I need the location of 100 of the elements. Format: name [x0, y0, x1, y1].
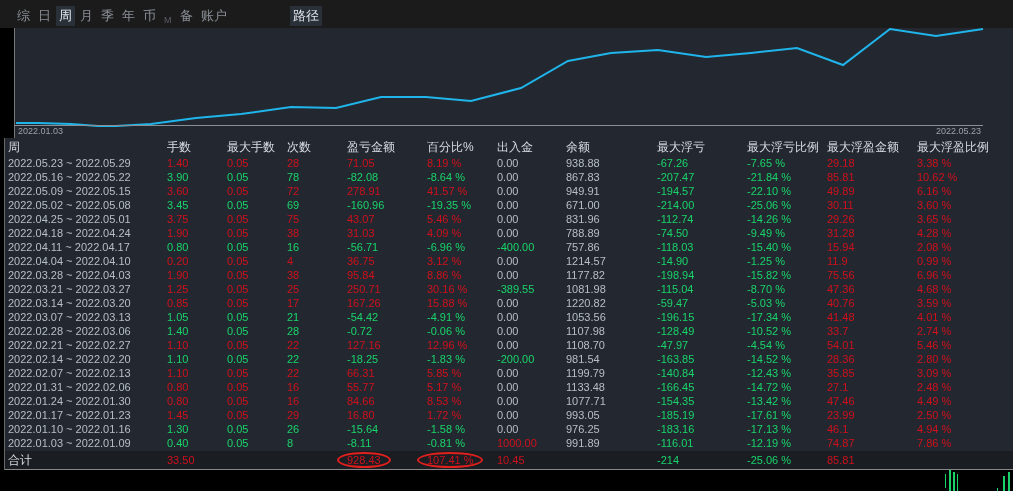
table-cell-text: 29.26 — [827, 212, 856, 227]
table-cell-text: 250.71 — [347, 282, 382, 297]
column-header: 周 — [8, 139, 21, 157]
table-cell-text: -12.19 % — [747, 436, 793, 451]
table-cell-text: 0.00 — [497, 198, 520, 213]
table-cell-text: 0.85 — [167, 296, 190, 311]
table-cell-text: 0.00 — [497, 254, 520, 269]
table-cell-text: -14.52 % — [747, 352, 793, 367]
table-cell-text: -13.42 % — [747, 394, 793, 409]
table-cell-text: 0.00 — [497, 394, 520, 409]
table-cell-text: 2022.03.14 ~ 2022.03.20 — [8, 296, 132, 311]
period-tab[interactable]: 周 — [56, 6, 75, 26]
table-cell-text: -112.74 — [657, 212, 695, 227]
table-cell-text: 4.49 % — [917, 394, 953, 409]
table-cell-text: 11.9 — [827, 254, 849, 269]
table-cell-text: 10.62 % — [917, 170, 959, 185]
table-cell-text: 31.03 — [347, 226, 376, 241]
table-cell-text: -22.10 % — [747, 184, 793, 199]
table-cell-text: 28.36 — [827, 352, 856, 367]
table-cell-text: 831.96 — [566, 212, 601, 227]
table-cell-text: 1.90 — [167, 268, 190, 283]
column-header: 百分比% — [427, 139, 475, 157]
table-cell-text: 2022.01.17 ~ 2022.01.23 — [8, 408, 132, 423]
table-cell-text: 28 — [287, 324, 301, 339]
table-cell-text: 0.05 — [227, 394, 250, 409]
table-cell-text: 4 — [287, 254, 295, 269]
table-cell-text: -194.57 — [657, 184, 696, 199]
table-cell-text: 5.85 % — [427, 366, 463, 381]
table-cell-text: 0.00 — [497, 408, 520, 423]
table-cell-text: 16 — [287, 240, 301, 255]
period-tab[interactable]: 账户 — [197, 6, 230, 26]
candlestick-drawing — [943, 470, 1013, 491]
table-cell-text: 8 — [287, 436, 295, 451]
table-cell-text: 1199.79 — [566, 366, 606, 381]
table-cell-text: 55.77 — [347, 380, 376, 395]
table-cell-text: 1.10 — [167, 352, 190, 367]
table-cell-text: -0.06 % — [427, 324, 466, 339]
period-tab[interactable]: 年 — [119, 6, 138, 26]
column-header: 出入金 — [497, 139, 534, 157]
table-cell-text: 0.00 — [497, 366, 520, 381]
table-cell-text: -17.13 % — [747, 422, 793, 437]
table-cell-text: 1.30 — [167, 422, 190, 437]
table-cell-text: -400.00 — [497, 240, 536, 255]
table-cell-text: 36.75 — [347, 254, 376, 269]
table-cell-text: -116.01 — [657, 436, 695, 451]
table-cell-text: -14.90 — [657, 254, 690, 269]
table-cell-text: 0.00 — [497, 324, 520, 339]
column-header: 最大浮亏 — [657, 139, 706, 157]
table-cell-text: 6.96 % — [917, 268, 953, 283]
table-cell-text: -4.91 % — [427, 310, 466, 325]
table-cell-text: 2022.01.03 ~ 2022.01.09 — [8, 436, 132, 451]
table-cell-text: 671.00 — [566, 198, 601, 213]
table-cell-text: 4.01 % — [917, 310, 953, 325]
period-tab[interactable]: 币 — [140, 6, 159, 26]
table-cell-text: 1214.57 — [566, 254, 607, 269]
table-cell-text: 1107.98 — [566, 324, 606, 339]
table-cell-text: 0.05 — [227, 352, 250, 367]
table-cell-text: 127.16 — [347, 338, 382, 353]
table-cell-text: 22 — [287, 366, 301, 381]
table-cell-text: 0.05 — [227, 254, 250, 269]
column-header: 最大浮亏比例 — [747, 139, 820, 157]
table-cell-text: 1.72 % — [427, 408, 463, 423]
table-cell-text: 49.89 — [827, 184, 856, 199]
table-cell-text: 0.00 — [497, 422, 520, 437]
column-header: 次数 — [287, 139, 312, 157]
table-cell-text: 1.90 — [167, 226, 190, 241]
period-tab[interactable]: 日 — [35, 6, 54, 26]
table-cell-text: 0.00 — [497, 170, 520, 185]
table-cell-text: 0.05 — [227, 296, 250, 311]
table-cell-text: 0.00 — [497, 310, 520, 325]
table-cell-text: -183.16 — [657, 422, 696, 437]
table-cell-text: 0.05 — [227, 282, 250, 297]
period-tab[interactable]: 季 — [98, 6, 117, 26]
table-cell-text: 788.89 — [566, 226, 601, 241]
table-cell-text: 0.00 — [497, 338, 520, 353]
path-button[interactable]: 路径 — [289, 6, 322, 26]
table-cell-text: 41.57 % — [427, 184, 469, 199]
table-cell-text: -1.83 % — [427, 352, 466, 367]
table-cell-text: 0.00 — [497, 268, 520, 283]
table-cell-text: 12.96 % — [427, 338, 469, 353]
table-cell-text: 72 — [287, 184, 301, 199]
period-tab[interactable]: 综 — [14, 6, 33, 26]
period-tab[interactable]: 备 — [176, 6, 196, 26]
table-cell-text: 71.05 — [347, 156, 376, 171]
table-cell-text: -18.25 — [347, 352, 380, 367]
table-cell-text: 33.7 — [827, 324, 850, 339]
table-cell-text: 0.05 — [227, 198, 250, 213]
table-cell-text: -67.26 — [657, 156, 690, 171]
table-cell-text: -47.97 — [657, 338, 690, 353]
table-cell-text: 1000.00 — [497, 436, 538, 451]
table-cell-text: 38 — [287, 268, 301, 283]
table-cell-text: -14.26 % — [747, 212, 793, 227]
table-cell-text: 84.66 — [347, 394, 376, 409]
table-cell-text: -8.70 % — [747, 282, 786, 297]
table-cell-text: 78 — [287, 170, 301, 185]
table-cell-text: 0.05 — [227, 408, 250, 423]
table-cell-text: 40.76 — [827, 296, 856, 311]
table-cell-text: 0.80 — [167, 394, 190, 409]
period-tab[interactable]: 月 — [77, 6, 96, 26]
table-cell-text: 1.40 — [167, 324, 190, 339]
